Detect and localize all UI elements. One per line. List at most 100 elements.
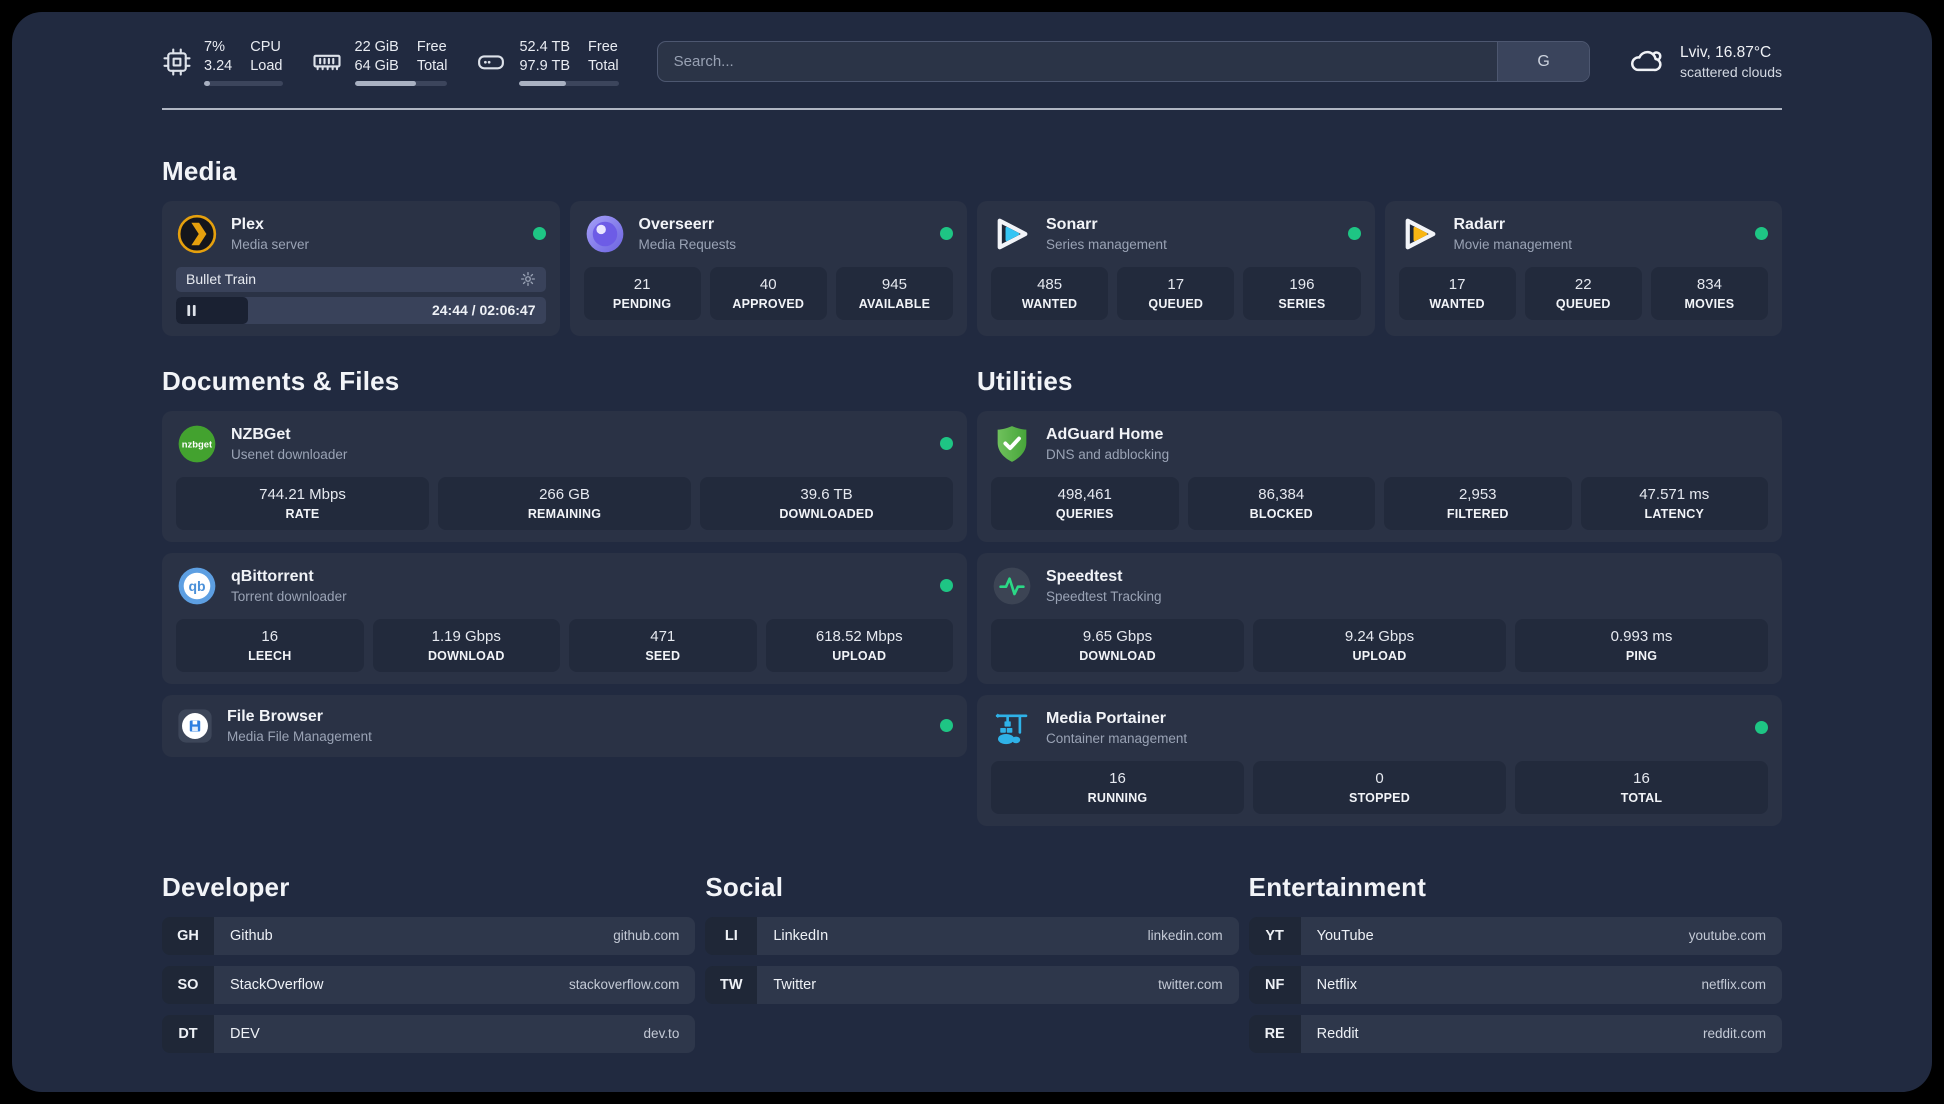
link-url: youtube.com (1688, 928, 1766, 944)
app-card-speedtest[interactable]: Speedtest Speedtest Tracking 9.65 Gbps D… (977, 552, 1782, 684)
stat-progress-fill (354, 80, 416, 86)
app-card-plex[interactable]: Plex Media server Bullet Train 24:44 / 0… (162, 200, 560, 336)
app-name: NZBGet (231, 425, 291, 443)
stat-tile-label: WANTED (1429, 296, 1485, 311)
stat-labels: CPU Load (250, 39, 283, 74)
app-name: Media Portainer (1046, 709, 1167, 727)
stat-tile-row: 9.65 Gbps DOWNLOAD 9.24 Gbps UPLOAD 0.99… (991, 618, 1768, 672)
stat-values: 52.4 TB 97.9 TB (519, 39, 571, 74)
stat-tile-row: 744.21 Mbps RATE 266 GB REMAINING 39.6 T… (176, 476, 953, 530)
stat-tile: 40 APPROVED (709, 266, 827, 320)
stat-tile-value: 1.19 Gbps (431, 627, 501, 645)
section-title-utilities: Utilities (977, 365, 1073, 396)
media-player-widget: Bullet Train 24:44 / 02:06:47 (176, 266, 546, 324)
link-row-github[interactable]: GH Github github.com (162, 916, 696, 955)
dashboard-panel: 7% 3.24 CPU Load 22 GiB 64 GiB Free Total (12, 12, 1932, 1092)
app-card-adguard-home[interactable]: AdGuard Home DNS and adblocking 498,461 … (977, 410, 1782, 542)
stat-tile-label: LATENCY (1644, 506, 1704, 521)
stat-tile: 0.993 ms PING (1515, 618, 1768, 672)
link-row-dev[interactable]: DT DEV dev.to (162, 1014, 696, 1053)
app-name: Overseerr (638, 215, 715, 233)
link-row-youtube[interactable]: YT YouTube youtube.com (1248, 916, 1782, 955)
search-input[interactable] (656, 41, 1591, 83)
link-url: twitter.com (1158, 977, 1223, 993)
stat-tile-label: SEED (645, 648, 681, 663)
stat-tile-label: DOWNLOAD (427, 648, 505, 663)
stat-tile: 0 STOPPED (1253, 760, 1506, 814)
app-card-overseerr[interactable]: Overseerr Media Requests 21 PENDING 40 A… (569, 200, 967, 336)
app-card-radarr[interactable]: Radarr Movie management 17 WANTED 22 QUE… (1384, 200, 1782, 336)
player-seek-bar[interactable]: 24:44 / 02:06:47 (176, 296, 546, 324)
app-description: Media File Management (227, 728, 372, 744)
link-row-stackoverflow[interactable]: SO StackOverflow stackoverflow.com (162, 965, 696, 1004)
app-description: Usenet downloader (231, 446, 348, 462)
app-name: qBittorrent (231, 567, 314, 585)
radarr-icon (1399, 213, 1441, 255)
section-title-social: Social (705, 871, 784, 902)
documents-card-stack: nzbget NZBGet Usenet downloader 744.21 M… (162, 410, 967, 757)
link-abbr-icon: SO (162, 965, 214, 1004)
app-name: Plex (231, 215, 264, 233)
search-engine-button[interactable]: G (1497, 42, 1590, 82)
link-row-reddit[interactable]: RE Reddit reddit.com (1248, 1014, 1782, 1053)
stat-values: 7% 3.24 (204, 39, 233, 74)
stat-tile-row: 485 WANTED 17 QUEUED 196 SERIES (991, 266, 1361, 320)
app-card-file-browser[interactable]: File Browser Media File Management (162, 694, 967, 757)
stat-tile-value: 86,384 (1258, 485, 1305, 503)
link-row-twitter[interactable]: TW Twitter twitter.com (705, 965, 1239, 1004)
system-stat: 7% 3.24 CPU Load (162, 38, 283, 86)
stat-tile-value: 16 (1633, 769, 1650, 787)
pause-button[interactable] (186, 304, 197, 317)
ram-icon (311, 47, 343, 77)
stat-tile-label: SERIES (1278, 296, 1326, 311)
link-name: Reddit (1316, 1025, 1359, 1042)
stat-tile-label: PENDING (612, 296, 672, 311)
app-description: Series management (1046, 236, 1167, 252)
stat-tile: 9.65 Gbps DOWNLOAD (991, 618, 1244, 672)
stat-tile-label: APPROVED (732, 296, 805, 311)
stat-tile-value: 47.571 ms (1639, 485, 1710, 503)
online-status-dot (940, 437, 953, 451)
link-row-netflix[interactable]: NF Netflix netflix.com (1248, 965, 1782, 1004)
stat-tile-label: AVAILABLE (858, 296, 931, 311)
stat-tile-label: UPLOAD (1352, 648, 1407, 663)
qbittorrent-icon: qb (176, 565, 218, 607)
app-card-sonarr[interactable]: Sonarr Series management 485 WANTED 17 Q… (977, 200, 1375, 336)
stat-tile-value: 618.52 Mbps (815, 627, 903, 645)
stat-tile-label: DOWNLOAD (1079, 648, 1156, 663)
app-card-qbittorrent[interactable]: qb qBittorrent Torrent downloader 16 LEE… (162, 552, 967, 684)
header-bar: 7% 3.24 CPU Load 22 GiB 64 GiB Free Total (162, 12, 1782, 86)
stat-tile-value: 0.993 ms (1610, 627, 1673, 645)
stat-tile: 485 WANTED (991, 266, 1109, 320)
stat-tile-label: QUERIES (1055, 506, 1114, 521)
link-name: Twitter (773, 976, 817, 993)
link-abbr-icon: TW (705, 965, 758, 1004)
online-status-dot (1755, 721, 1768, 735)
stat-tile: 17 QUEUED (1117, 266, 1235, 320)
section-documents: Documents & Files nzbget NZBGet Usenet d… (162, 366, 967, 826)
app-card-nzbget[interactable]: nzbget NZBGet Usenet downloader 744.21 M… (162, 410, 967, 542)
link-name: StackOverflow (230, 976, 324, 993)
stat-values: 22 GiB 64 GiB (354, 39, 399, 74)
stat-progress-track (354, 80, 448, 86)
stat-tile-label: STOPPED (1349, 790, 1410, 805)
section-title-documents: Documents & Files (162, 365, 400, 396)
app-description: Media server (231, 236, 310, 252)
player-settings-gear-icon[interactable] (520, 271, 536, 287)
online-status-dot (532, 227, 546, 241)
stat-tile: 834 MOVIES (1650, 266, 1769, 320)
link-url: reddit.com (1702, 1026, 1766, 1042)
stat-tile-value: 945 (881, 275, 907, 293)
stat-tile-label: RUNNING (1087, 790, 1148, 805)
weather-location-temp: Lviv, 16.87°C (1680, 43, 1772, 61)
link-name: DEV (230, 1025, 260, 1042)
stat-tile: 618.52 Mbps UPLOAD (765, 618, 953, 672)
link-row-linkedin[interactable]: LI LinkedIn linkedin.com (705, 916, 1239, 955)
link-url: linkedin.com (1147, 928, 1223, 944)
adguard-icon (991, 423, 1033, 465)
app-card-media-portainer[interactable]: Media Portainer Container management 16 … (977, 694, 1782, 826)
stat-tile: 22 QUEUED (1524, 266, 1642, 320)
online-status-dot (940, 227, 953, 241)
stat-tile: 17 WANTED (1398, 266, 1516, 320)
system-stats: 7% 3.24 CPU Load 22 GiB 64 GiB Free Total (162, 38, 619, 86)
